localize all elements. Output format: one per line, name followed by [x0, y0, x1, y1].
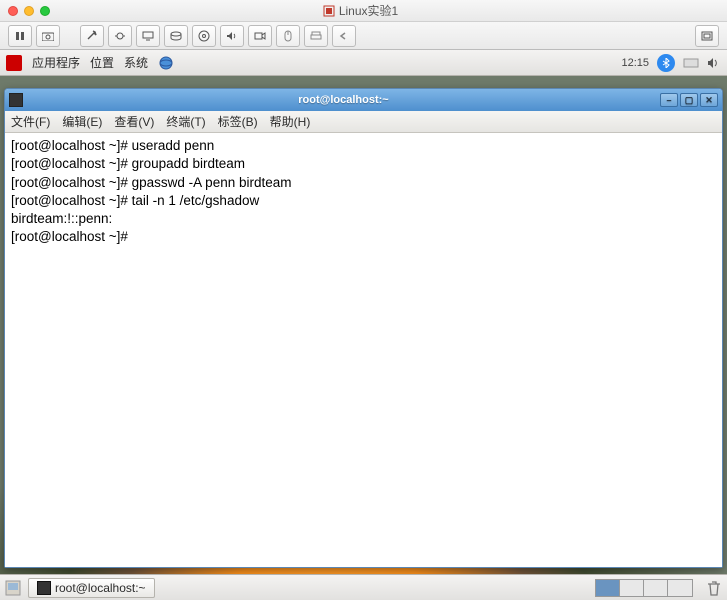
- gnome-top-panel: 应用程序 位置 系统 12:15: [0, 50, 727, 76]
- window-controls: [8, 6, 50, 16]
- menu-file[interactable]: 文件(F): [11, 113, 50, 130]
- sound-button[interactable]: [220, 25, 244, 47]
- network-button[interactable]: [108, 25, 132, 47]
- menu-system[interactable]: 系统: [124, 54, 148, 71]
- harddisk-button[interactable]: [164, 25, 188, 47]
- host-titlebar: Linux实验1: [0, 0, 727, 22]
- menu-view[interactable]: 查看(V): [114, 113, 154, 130]
- menu-terminal[interactable]: 终端(T): [166, 113, 205, 130]
- back-button[interactable]: [332, 25, 356, 47]
- redhat-icon: [6, 55, 22, 71]
- display-button[interactable]: [136, 25, 160, 47]
- clock[interactable]: 12:15: [621, 57, 649, 69]
- terminal-title: root@localhost:~: [27, 94, 660, 106]
- menu-help[interactable]: 帮助(H): [270, 113, 311, 130]
- terminal-minimize-button[interactable]: –: [660, 93, 678, 107]
- workspace-switcher[interactable]: [595, 579, 693, 597]
- printer-button[interactable]: [304, 25, 328, 47]
- minimize-button[interactable]: [24, 6, 34, 16]
- show-desktop-button[interactable]: [4, 579, 22, 597]
- menu-tabs[interactable]: 标签(B): [218, 113, 258, 130]
- terminal-line: [root@localhost ~]# groupadd birdteam: [11, 156, 245, 171]
- menu-edit[interactable]: 编辑(E): [62, 113, 102, 130]
- camera-button[interactable]: [248, 25, 272, 47]
- taskbar-terminal-button[interactable]: root@localhost:~: [28, 578, 155, 598]
- vm-guest-display: 应用程序 位置 系统 12:15 root@localhost:~ – ▢ ✕: [0, 50, 727, 600]
- terminal-window: root@localhost:~ – ▢ ✕ 文件(F) 编辑(E) 查看(V)…: [4, 88, 723, 568]
- terminal-line: [root@localhost ~]# gpasswd -A penn bird…: [11, 175, 292, 190]
- host-title: Linux实验1: [50, 2, 671, 19]
- trash-icon[interactable]: [705, 579, 723, 597]
- menu-places[interactable]: 位置: [90, 54, 114, 71]
- cdrom-button[interactable]: [192, 25, 216, 47]
- volume-icon[interactable]: [707, 57, 721, 69]
- pause-button[interactable]: [8, 25, 32, 47]
- terminal-close-button[interactable]: ✕: [700, 93, 718, 107]
- terminal-icon: [37, 581, 51, 595]
- terminal-menubar: 文件(F) 编辑(E) 查看(V) 终端(T) 标签(B) 帮助(H): [5, 111, 722, 133]
- terminal-maximize-button[interactable]: ▢: [680, 93, 698, 107]
- snapshot-button[interactable]: [36, 25, 60, 47]
- terminal-line: [root@localhost ~]# tail -n 1 /etc/gshad…: [11, 193, 259, 208]
- gnome-bottom-panel: root@localhost:~: [0, 574, 727, 600]
- terminal-titlebar[interactable]: root@localhost:~ – ▢ ✕: [5, 89, 722, 111]
- terminal-line: [root@localhost ~]# useradd penn: [11, 138, 214, 153]
- terminal-line: birdteam:!::penn:: [11, 211, 112, 226]
- workspace-3[interactable]: [644, 580, 668, 596]
- zoom-button[interactable]: [40, 6, 50, 16]
- terminal-icon: [9, 93, 23, 107]
- browser-launcher-icon[interactable]: [158, 55, 174, 71]
- bluetooth-icon[interactable]: [657, 54, 675, 72]
- fullscreen-button[interactable]: [695, 25, 719, 47]
- workspace-4[interactable]: [668, 580, 692, 596]
- workspace-2[interactable]: [620, 580, 644, 596]
- close-button[interactable]: [8, 6, 18, 16]
- terminal-body[interactable]: [root@localhost ~]# useradd penn [root@l…: [5, 133, 722, 567]
- vm-icon: [323, 5, 335, 17]
- workspace-1[interactable]: [596, 580, 620, 596]
- task-label: root@localhost:~: [55, 581, 146, 595]
- host-toolbar: [0, 22, 727, 50]
- terminal-line: [root@localhost ~]#: [11, 229, 132, 244]
- network-status-icon[interactable]: [683, 57, 699, 69]
- menu-applications[interactable]: 应用程序: [32, 54, 80, 71]
- desktop: root@localhost:~ – ▢ ✕ 文件(F) 编辑(E) 查看(V)…: [0, 76, 727, 574]
- mouse-button[interactable]: [276, 25, 300, 47]
- settings-button[interactable]: [80, 25, 104, 47]
